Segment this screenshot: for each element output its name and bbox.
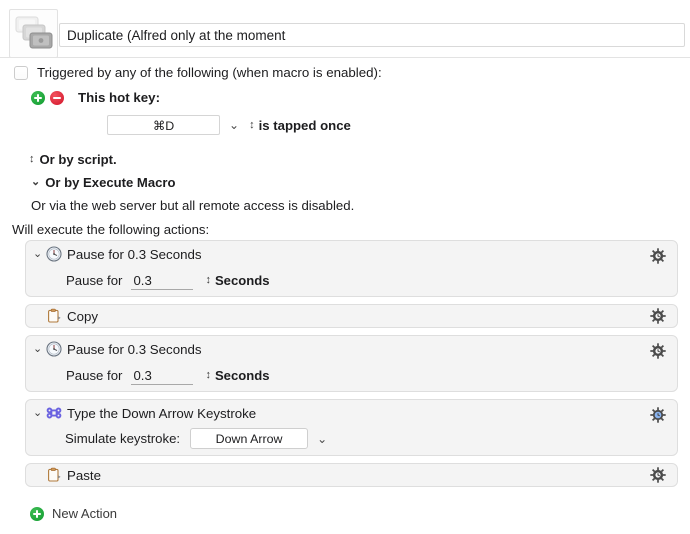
keystroke-select[interactable]: Down Arrow (190, 428, 309, 449)
action-panel-pause-1[interactable]: ⌄ Pause for 0.3 Seconds Pause for ↕ Seco… (25, 240, 678, 297)
gear-icon[interactable] (649, 466, 667, 484)
keystroke-value: Down Arrow (215, 431, 283, 446)
gear-icon[interactable] (649, 247, 667, 265)
simulate-keystroke-label: Simulate keystroke: (65, 431, 181, 446)
action-body: Pause for ↕ Seconds (66, 366, 270, 385)
clock-icon (46, 246, 62, 262)
action-header: ⌄ Pause for 0.3 Seconds (33, 246, 202, 262)
trigger-enabled-row[interactable]: Triggered by any of the following (when … (14, 65, 382, 80)
web-server-note: Or via the web server but all remote acc… (31, 198, 355, 213)
or-by-script-row[interactable]: ↕ Or by script. (29, 152, 117, 167)
actions-list: ⌄ Pause for 0.3 Seconds Pause for ↕ Seco… (25, 240, 678, 494)
duplicate-macro-icon (9, 9, 58, 58)
trigger-enabled-checkbox[interactable] (14, 65, 28, 80)
action-panel-type-keystroke[interactable]: ⌄ Type the Down Arrow Keystroke Simulate… (25, 399, 678, 456)
chevron-down-icon[interactable]: ⌄ (33, 407, 46, 419)
action-panel-pause-2[interactable]: ⌄ Pause for 0.3 Seconds Pause for ↕ Seco… (25, 335, 678, 392)
pause-duration-input[interactable] (131, 271, 194, 290)
action-panel-paste[interactable]: Paste (25, 463, 678, 487)
header-divider (0, 57, 690, 58)
gear-icon[interactable] (649, 342, 667, 360)
actions-header: Will execute the following actions: (12, 222, 210, 237)
gear-icon[interactable] (649, 406, 667, 424)
plus-circle-icon[interactable] (31, 90, 45, 105)
clock-icon (46, 341, 62, 357)
action-title: Pause for 0.3 Seconds (67, 246, 202, 262)
stepper-updown-icon[interactable]: ↕ (249, 119, 255, 131)
clipboard-paste-icon (48, 467, 61, 482)
action-panel-copy[interactable]: Copy (25, 304, 678, 328)
gear-icon[interactable] (649, 307, 667, 325)
action-title: Copy (67, 308, 99, 324)
action-title: Type the Down Arrow Keystroke (67, 405, 257, 421)
hot-key-value: ⌘D (152, 118, 175, 133)
tap-mode-label[interactable]: is tapped once (259, 118, 351, 133)
action-body: Pause for ↕ Seconds (66, 271, 270, 290)
pause-duration-input[interactable] (131, 366, 194, 385)
stepper-updown-icon: ↕ (205, 274, 211, 286)
or-by-execute-macro-label: Or by Execute Macro (45, 175, 176, 190)
action-body: Simulate keystroke: Down Arrow ⌄ (65, 428, 327, 449)
plus-circle-icon (30, 506, 44, 521)
action-title: Paste (67, 467, 102, 483)
pause-unit-stepper[interactable]: ↕ Seconds (205, 368, 269, 383)
new-action-label: New Action (52, 506, 118, 521)
pause-for-label: Pause for (66, 273, 123, 288)
pause-unit-stepper[interactable]: ↕ Seconds (205, 273, 269, 288)
stepper-updown-icon: ↕ (29, 153, 35, 165)
stepper-updown-icon: ↕ (205, 369, 211, 381)
hot-key-input[interactable]: ⌘D (107, 115, 220, 135)
pause-unit-label: Seconds (214, 273, 270, 288)
or-by-execute-macro-row[interactable]: ⌄ Or by Execute Macro (31, 175, 175, 190)
command-key-icon (46, 407, 62, 419)
action-header: ⌄ Pause for 0.3 Seconds (33, 341, 202, 357)
clipboard-copy-icon (48, 308, 61, 323)
chevron-down-icon[interactable]: ⌄ (317, 433, 327, 445)
pause-for-label: Pause for (66, 368, 123, 383)
or-by-script-label: Or by script. (39, 152, 117, 167)
action-header: Paste (46, 467, 101, 483)
minus-circle-icon[interactable] (50, 90, 64, 105)
action-title: Pause for 0.3 Seconds (67, 341, 202, 357)
hot-key-row: This hot key: (31, 90, 160, 105)
hot-key-label: This hot key: (78, 90, 161, 105)
chevron-down-icon: ⌄ (31, 176, 41, 188)
chevron-down-icon[interactable]: ⌄ (229, 119, 239, 131)
macro-header: Duplicate (Alfred only at the moment (0, 0, 690, 58)
hot-key-field-row: ⌘D ⌄ ↕ is tapped once (107, 115, 351, 135)
pause-unit-label: Seconds (214, 368, 270, 383)
trigger-enabled-label: Triggered by any of the following (when … (37, 65, 382, 80)
macro-title-input[interactable]: Duplicate (Alfred only at the moment (59, 23, 685, 47)
chevron-down-icon[interactable]: ⌄ (33, 343, 46, 355)
macro-title-value: Duplicate (Alfred only at the moment (67, 28, 286, 43)
chevron-down-icon[interactable]: ⌄ (33, 248, 46, 260)
action-header: ⌄ Type the Down Arrow Keystroke (33, 405, 256, 421)
action-header: Copy (46, 308, 98, 324)
new-action-button[interactable]: New Action (30, 506, 117, 521)
